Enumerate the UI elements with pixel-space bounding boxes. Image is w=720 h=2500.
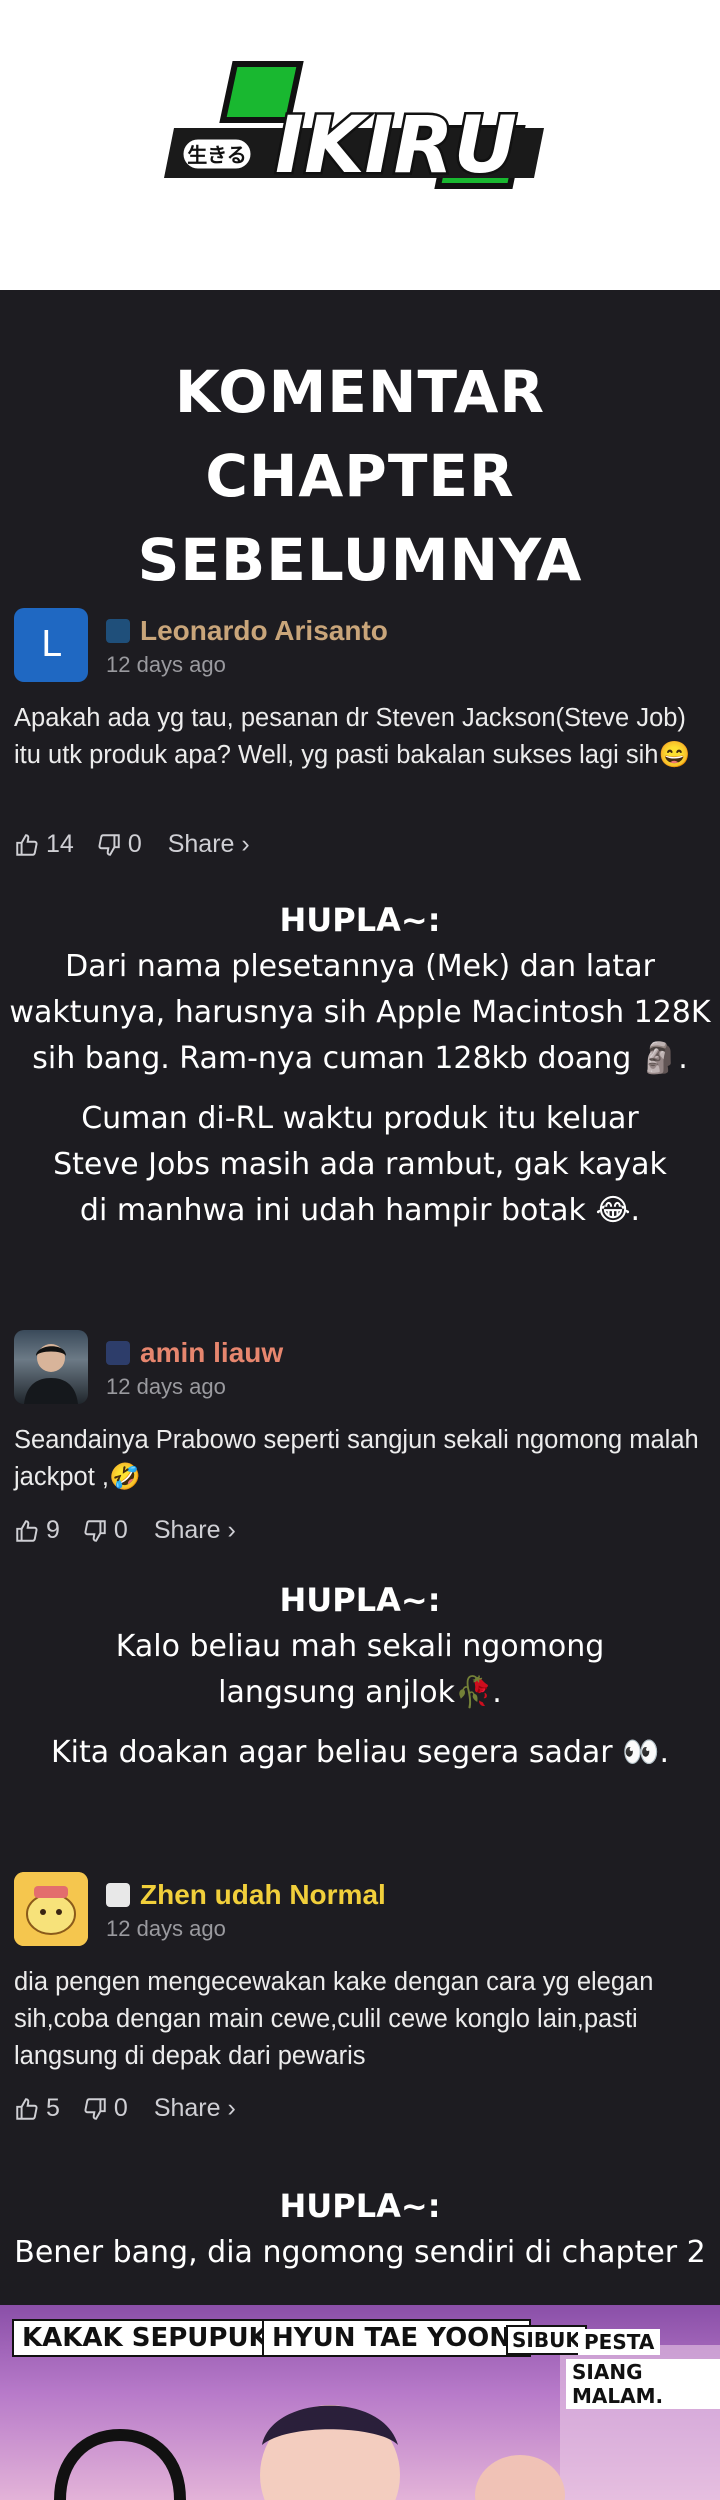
dislike-count: 0	[113, 1516, 128, 1544]
comment-actions: 14 0 Share ›	[14, 830, 272, 859]
thumbs-down-icon	[84, 1519, 106, 1542]
dislike-button[interactable]: 0	[82, 1516, 128, 1545]
thumbs-down-icon	[84, 2097, 106, 2120]
reply-line: Cuman di-RL waktu produk itu keluar	[81, 1101, 639, 1136]
reply-line: langsung anjlok🥀.	[218, 1675, 502, 1710]
user-badge-icon	[106, 1883, 130, 1907]
reply-block: HUPLA~: Dari nama plesetannya (Mek) dan …	[0, 896, 720, 1234]
username[interactable]: Leonardo Arisanto	[140, 615, 388, 647]
like-count: 14	[46, 830, 74, 858]
avatar-illustration	[14, 1872, 88, 1946]
avatar-photo	[24, 1344, 78, 1404]
thumbs-up-icon	[16, 1519, 38, 1542]
share-button[interactable]: Share ›	[154, 1516, 236, 1545]
reply-author: HUPLA~:	[279, 2187, 441, 2225]
avatar[interactable]: L	[14, 608, 88, 682]
logo-word: IKIRU	[275, 101, 517, 191]
username[interactable]: amin liauw	[140, 1337, 283, 1369]
user-badge-icon	[106, 619, 130, 643]
timestamp: 12 days ago	[106, 652, 226, 677]
reply-line: Kalo beliau mah sekali ngomong	[115, 1629, 605, 1664]
caption: HYUN TAE YOON,	[262, 2319, 531, 2357]
reply-line: waktunya, harusnya sih Apple Macintosh 1…	[9, 995, 711, 1030]
comment-text: Seandainya Prabowo seperti sangjun sekal…	[14, 1426, 699, 1491]
comment-actions: 5 0 Share ›	[14, 2094, 258, 2123]
caption: SIBUK	[506, 2325, 587, 2355]
comment-actions: 9 0 Share ›	[14, 1516, 258, 1545]
name-row: Zhen udah Normal	[106, 1878, 386, 1912]
timestamp: 12 days ago	[106, 1916, 226, 1941]
thumbs-up-icon	[16, 2097, 38, 2120]
share-button[interactable]: Share ›	[154, 2094, 236, 2123]
header: 生きる IKIRU	[0, 0, 720, 290]
ikiru-logo: 生きる IKIRU	[164, 61, 544, 194]
like-button[interactable]: 14	[14, 830, 74, 859]
dislike-count: 0	[113, 2094, 128, 2122]
comment-text: Apakah ada yg tau, pesanan dr Steven Jac…	[14, 704, 691, 769]
avatar[interactable]	[14, 1872, 88, 1946]
like-button[interactable]: 9	[14, 1516, 60, 1545]
section-title-line2: CHAPTER SEBELUMNYA	[137, 442, 583, 594]
reply-line: Steve Jobs masih ada rambut, gak kayak	[53, 1147, 667, 1182]
reply-author: HUPLA~:	[279, 1581, 441, 1619]
manga-panel: KAKAK SEPUPUKU, HYUN TAE YOON, SIBUK PES…	[0, 2305, 720, 2500]
reply-line: di manhwa ini udah hampir botak 😂.	[79, 1193, 641, 1228]
dislike-button[interactable]: 0	[82, 2094, 128, 2123]
comment-text: dia pengen mengecewakan kake dengan cara…	[14, 1968, 654, 2070]
thumbs-down-icon	[98, 833, 120, 856]
reply-block: HUPLA~: Kalo beliau mah sekali ngomong l…	[0, 1576, 720, 1776]
timestamp: 12 days ago	[106, 1374, 226, 1399]
user-badge-icon	[106, 1341, 130, 1365]
share-button[interactable]: Share ›	[168, 830, 250, 859]
dislike-button[interactable]: 0	[96, 830, 142, 859]
reply-line: Dari nama plesetannya (Mek) dan latar	[65, 949, 655, 984]
like-count: 9	[46, 1516, 60, 1544]
reply-line: sih bang. Ram-nya cuman 128kb doang 🗿.	[32, 1041, 688, 1076]
logo-kanji: 生きる	[187, 143, 247, 167]
caption: SIANG MALAM.	[566, 2359, 720, 2409]
like-count: 5	[46, 2094, 60, 2122]
like-button[interactable]: 5	[14, 2094, 60, 2123]
thumbs-up-icon	[16, 833, 38, 856]
reply-line: Bener bang, dia ngomong sendiri di chapt…	[14, 2235, 706, 2270]
caption: PESTA	[578, 2329, 661, 2355]
name-row: amin liauw	[106, 1336, 283, 1370]
name-row: Leonardo Arisanto	[106, 614, 388, 648]
dislike-count: 0	[127, 830, 142, 858]
section-title: KOMENTAR CHAPTER SEBELUMNYA	[0, 350, 720, 602]
reply-line: Kita doakan agar beliau segera sadar 👀.	[50, 1735, 670, 1770]
reply-block: HUPLA~: Bener bang, dia ngomong sendiri …	[0, 2182, 720, 2276]
username[interactable]: Zhen udah Normal	[140, 1879, 386, 1911]
avatar[interactable]	[14, 1330, 88, 1404]
reply-author: HUPLA~:	[279, 901, 441, 939]
section-title-line1: KOMENTAR	[174, 358, 546, 426]
